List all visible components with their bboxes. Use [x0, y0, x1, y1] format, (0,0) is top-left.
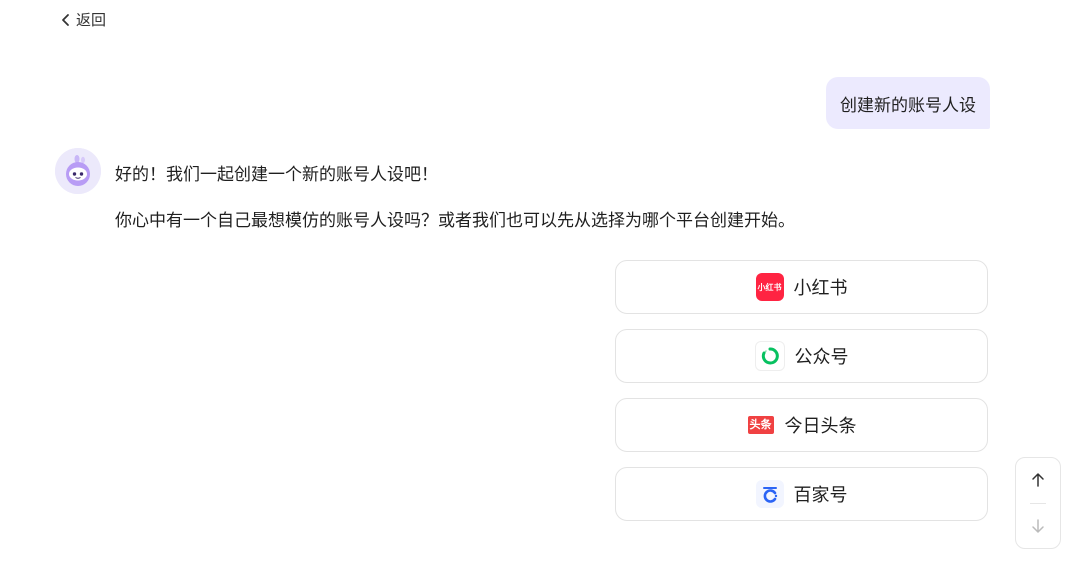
toutiao-logo-icon: 头条: [746, 411, 775, 439]
chevron-left-icon: [62, 13, 69, 26]
platform-option-label: 公众号: [794, 347, 849, 368]
scroll-up-button[interactable]: [1016, 458, 1060, 502]
platform-option-label: 今日头条: [784, 416, 857, 437]
user-message-text: 创建新的账号人设: [840, 95, 976, 116]
robot-avatar-icon: [55, 148, 101, 194]
bot-message-line-2: 你心中有一个自己最想模仿的账号人设吗？或者我们也可以先从选择为哪个平台创建开始。: [115, 211, 795, 231]
back-label: 返回: [76, 11, 107, 29]
arrow-up-icon: [1032, 473, 1044, 487]
platform-option-xiaohongshu[interactable]: 小红书 小红书: [615, 260, 988, 314]
back-button[interactable]: 返回: [60, 9, 106, 30]
platform-option-baijiahao[interactable]: 百家号: [615, 467, 988, 521]
bot-message-line-1: 好的！我们一起创建一个新的账号人设吧！: [115, 165, 438, 185]
scroll-down-button[interactable]: [1016, 504, 1060, 548]
platform-option-label: 百家号: [793, 485, 848, 506]
platform-option-label: 小红书: [793, 278, 848, 299]
wechat-official-account-logo-icon: [754, 341, 785, 371]
xiaohongshu-logo-icon: 小红书: [755, 273, 784, 301]
toutiao-logo-text: 头条: [747, 416, 774, 434]
platform-option-gongzhonghao[interactable]: 公众号: [615, 329, 988, 383]
baijiahao-logo-icon: [755, 480, 784, 508]
chat-page: 返回 创建新的账号人设 好的！我们一起创建一个新的账号人设吧！ 你心中有一个自己…: [0, 0, 1080, 582]
scroll-control: [1015, 457, 1061, 549]
arrow-down-icon: [1032, 519, 1044, 533]
user-message-bubble: 创建新的账号人设: [826, 77, 990, 129]
platform-option-toutiao[interactable]: 头条 今日头条: [615, 398, 988, 452]
